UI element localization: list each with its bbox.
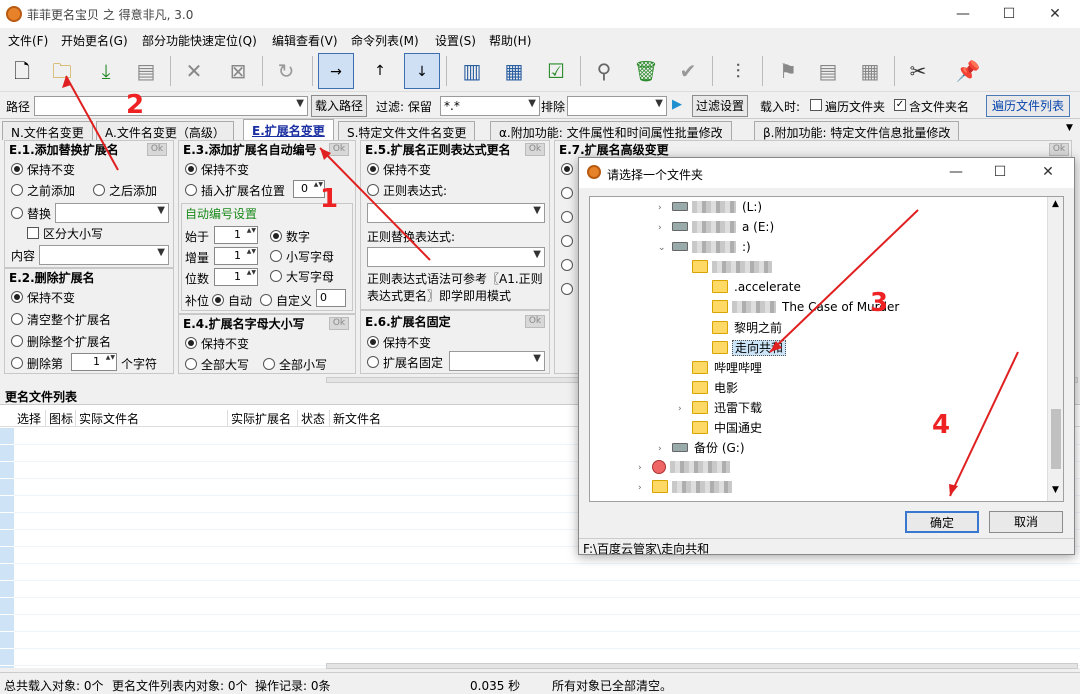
arrow-2-line [65,75,119,171]
annotation-2: 2 [126,90,145,120]
annotation-1: 1 [320,184,339,214]
arrow-4-line [949,351,1019,497]
annotation-4: 4 [932,410,951,440]
annotation-3: 3 [870,288,889,318]
arrow-3-line [769,209,919,353]
annotation-overlay [62,75,1019,497]
arrow-4-head [949,484,958,496]
